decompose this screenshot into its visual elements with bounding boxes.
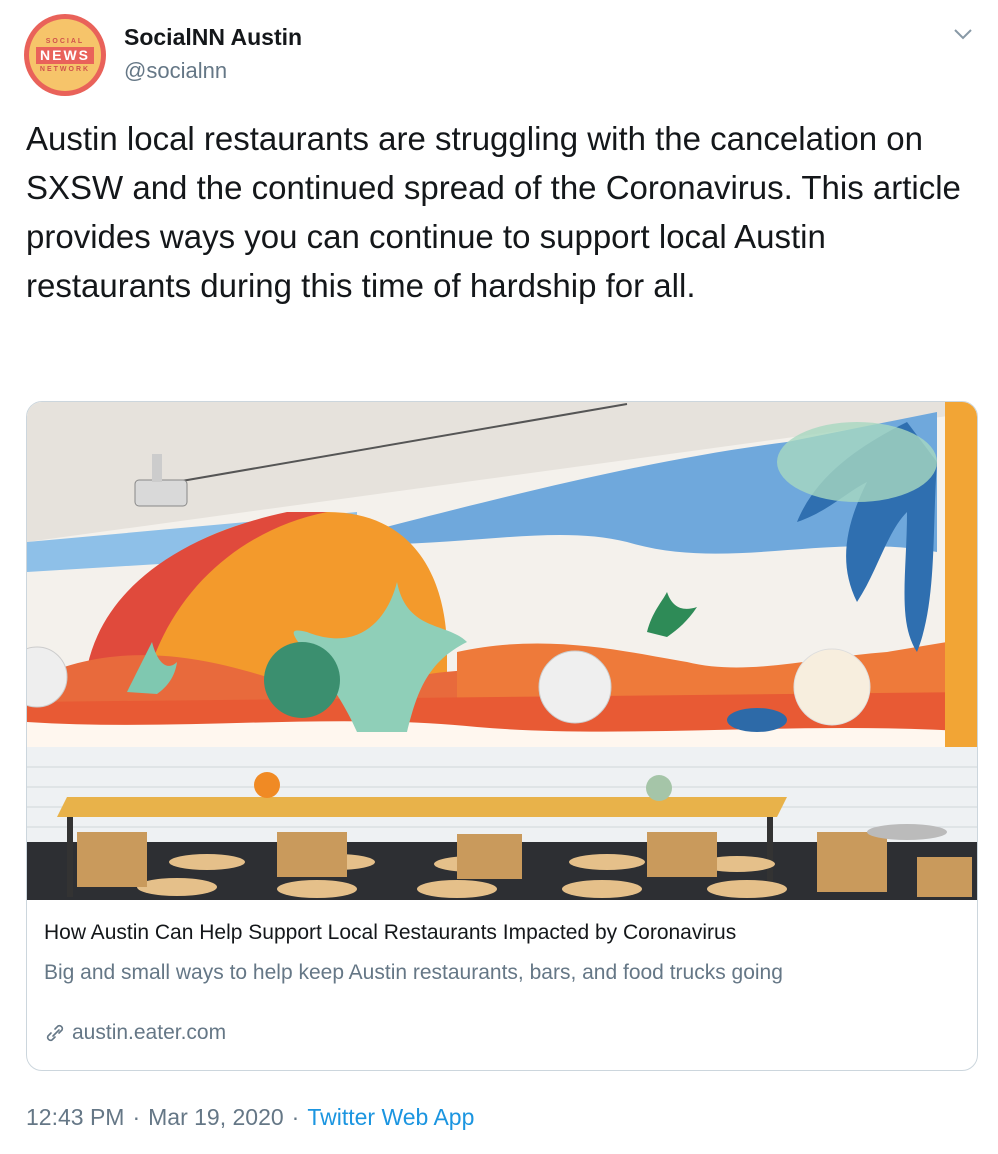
avatar-logo: SOCIAL NEWS NETWORK xyxy=(29,19,101,91)
card-description: Big and small ways to help keep Austin r… xyxy=(44,961,783,984)
tweet-date[interactable]: Mar 19, 2020 xyxy=(148,1104,284,1131)
card-title[interactable]: How Austin Can Help Support Local Restau… xyxy=(44,921,736,945)
tweet-source-link[interactable]: Twitter Web App xyxy=(307,1104,474,1131)
link-icon xyxy=(46,1024,64,1042)
avatar[interactable]: SOCIAL NEWS NETWORK xyxy=(24,14,106,96)
meta-separator: · xyxy=(132,1104,141,1130)
tweet-time[interactable]: 12:43 PM xyxy=(26,1104,124,1131)
account-name[interactable]: SocialNN Austin xyxy=(124,24,302,51)
tweet-text: Austin local restaurants are struggling … xyxy=(26,120,961,304)
meta-separator: · xyxy=(291,1104,300,1130)
avatar-top-text: SOCIAL xyxy=(45,37,85,45)
chevron-down-icon[interactable] xyxy=(952,26,974,42)
tweet-meta: 12:43 PM · Mar 19, 2020 · Twitter Web Ap… xyxy=(26,1104,474,1131)
avatar-bottom-text: NETWORK xyxy=(39,65,91,73)
avatar-main-text: NEWS xyxy=(36,46,94,64)
card-domain[interactable]: austin.eater.com xyxy=(44,1021,226,1045)
account-handle[interactable]: @socialnn xyxy=(124,58,227,84)
card-domain-text: austin.eater.com xyxy=(72,1021,227,1044)
link-card[interactable]: How Austin Can Help Support Local Restau… xyxy=(26,401,978,1071)
card-image xyxy=(27,402,977,900)
